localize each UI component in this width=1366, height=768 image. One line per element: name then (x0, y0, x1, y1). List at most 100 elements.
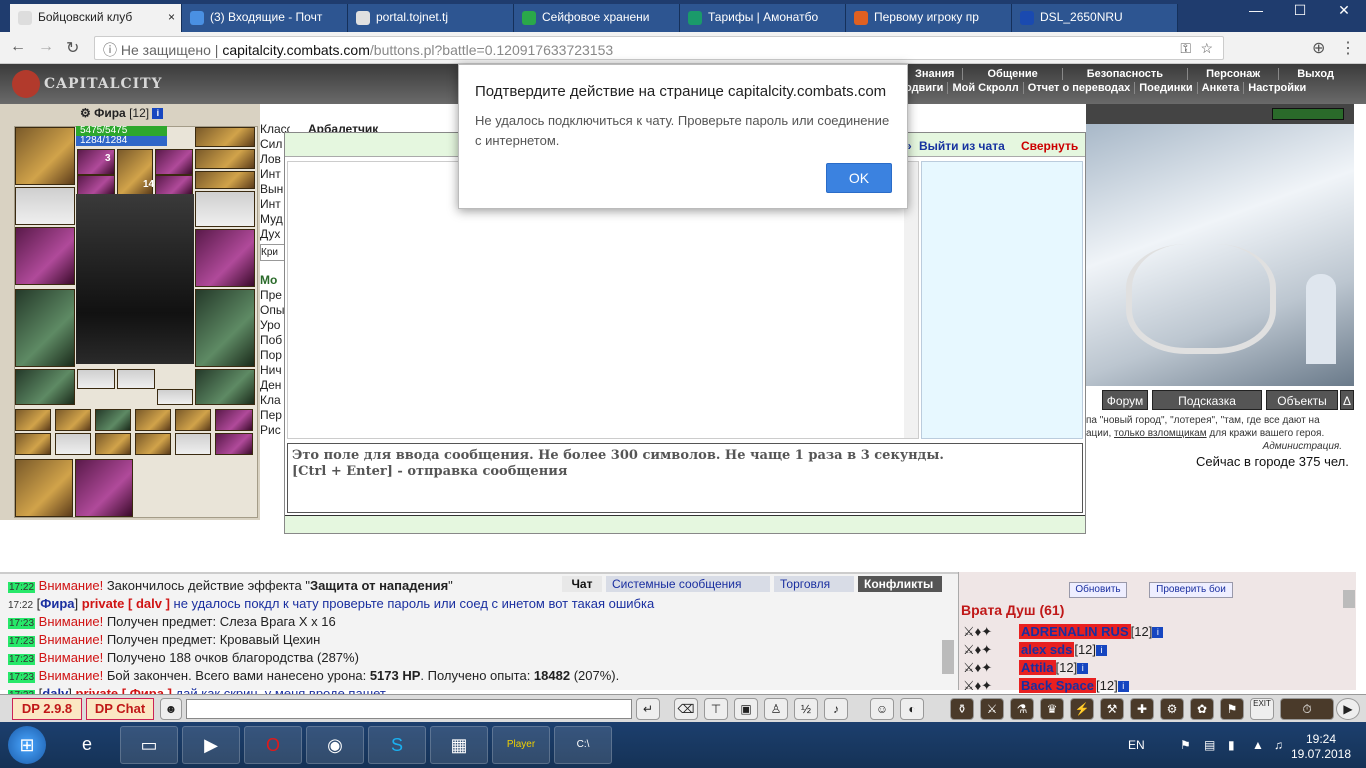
empty-slot[interactable] (77, 369, 115, 389)
timestamp[interactable]: 17:22 (8, 600, 33, 611)
tab-conflicts[interactable]: Конфликты (858, 576, 942, 592)
tab-combats[interactable]: Бойцовский клуб × (10, 4, 182, 32)
star-icon[interactable]: ☆ (1200, 40, 1213, 57)
timestamp[interactable]: 17:23 (8, 654, 36, 665)
exit-chat-link[interactable]: Выйти из чата (919, 139, 1005, 153)
nickname[interactable]: Фира (40, 596, 74, 611)
play-icon[interactable]: ▶ (1336, 698, 1360, 720)
tab-chat[interactable]: Чат (562, 576, 602, 592)
exit-icon[interactable]: EXIT (1250, 698, 1274, 720)
calculator-icon[interactable]: ▦ (430, 726, 488, 764)
user-name[interactable]: Back Space (1019, 678, 1096, 693)
room-user[interactable]: ⚔♦✦ alex sds [12] i (961, 642, 1108, 657)
game-logo[interactable]: CAPITALCITY (12, 70, 163, 98)
shield-slot[interactable] (195, 229, 255, 287)
boots-slot[interactable] (195, 369, 255, 405)
empty-slot[interactable] (55, 433, 91, 455)
log-lines[interactable]: 17:22 Внимание! Закончилось действие эфф… (8, 578, 940, 704)
refresh-button[interactable]: Обновить (1069, 582, 1127, 598)
timestamp[interactable]: 17:23 (8, 636, 36, 647)
tab-mail[interactable]: (3) Входящие - Почт (182, 4, 348, 32)
cmd-icon[interactable]: C:\ (554, 726, 612, 764)
flag-icon[interactable]: ⚑ (1220, 698, 1244, 720)
player-icon[interactable]: Player (492, 726, 550, 764)
helmet-slot[interactable] (15, 127, 75, 185)
plus-icon[interactable]: ✚ (1130, 698, 1154, 720)
bag-slot[interactable] (15, 459, 73, 517)
tool-icon[interactable]: ⚔ (980, 698, 1004, 720)
windows-start-icon[interactable]: ⊞ (8, 726, 46, 764)
room-scrollbar[interactable] (1343, 590, 1355, 608)
save-icon[interactable]: ▣ (734, 698, 758, 720)
tool-icon[interactable]: ⚱ (950, 698, 974, 720)
tab-first-player[interactable]: Первому игроку пр (846, 4, 1012, 32)
private-icon[interactable]: ½ (794, 698, 818, 720)
tool-icon[interactable]: ⚡ (1070, 698, 1094, 720)
log-scrollbar[interactable] (942, 640, 954, 674)
paw-icon[interactable]: ✿ (1190, 698, 1214, 720)
pocket-slot[interactable] (95, 409, 131, 431)
chat-input[interactable] (186, 699, 632, 719)
network-icon[interactable]: ▤ (1204, 738, 1215, 752)
chat-user-list[interactable] (921, 161, 1083, 439)
pocket-slot[interactable] (15, 433, 51, 455)
rune-slot[interactable] (77, 175, 115, 195)
extension-icon[interactable]: ⊕ (1312, 38, 1325, 58)
location-scene[interactable] (1086, 124, 1354, 386)
tab-safe[interactable]: Сейфовое хранени (514, 4, 680, 32)
sound-icon[interactable]: ♪ (824, 698, 848, 720)
language-indicator[interactable]: EN (1128, 738, 1145, 752)
folder-icon[interactable]: ▭ (120, 726, 178, 764)
chrome-icon[interactable]: ◉ (306, 726, 364, 764)
menu-communication[interactable]: Общение (962, 68, 1061, 80)
private-tag[interactable]: private [ dalv ] (82, 596, 170, 611)
menu-security[interactable]: Безопасность (1061, 68, 1187, 80)
user-name[interactable]: ADRENALIN RUS (1019, 624, 1131, 639)
empty-slot[interactable] (157, 389, 193, 405)
send-icon[interactable]: ↵ (636, 698, 660, 720)
pocket-slot[interactable] (95, 433, 131, 455)
clock[interactable]: 19:24 19.07.2018 (1290, 732, 1352, 762)
close-tab-icon[interactable]: × (168, 10, 175, 24)
amulet-slot[interactable] (195, 149, 255, 169)
earring-slot[interactable] (195, 127, 255, 147)
pocket-slot[interactable] (135, 433, 171, 455)
flag-tray-icon[interactable]: ⚑ (1180, 738, 1191, 752)
menu-profile[interactable]: Анкета (1196, 82, 1244, 94)
media-icon[interactable]: ▶ (182, 726, 240, 764)
tool-icon[interactable]: ♛ (1040, 698, 1064, 720)
portal[interactable] (1306, 274, 1336, 364)
pocket-slot[interactable] (135, 409, 171, 431)
signal-icon[interactable]: ▲ (1252, 738, 1264, 752)
volume-icon[interactable]: ♫ (1274, 738, 1283, 752)
info-icon[interactable]: i (1077, 663, 1089, 675)
info-icon[interactable]: i (152, 108, 164, 120)
menu-transfers[interactable]: Отчет о переводах (1022, 82, 1135, 94)
check-fights-button[interactable]: Проверить бои (1149, 582, 1233, 598)
armor-slot[interactable] (15, 289, 75, 367)
info-icon[interactable]: i (1117, 681, 1129, 693)
forward-icon[interactable]: → (38, 38, 54, 56)
collapse-link[interactable]: Свернуть (1021, 139, 1078, 153)
gloves-slot[interactable] (195, 191, 255, 227)
eraser-icon[interactable]: ⌫ (674, 698, 698, 720)
pocket-slot[interactable] (215, 409, 253, 431)
pocket-slot[interactable] (175, 409, 211, 431)
belt-slot[interactable] (15, 369, 75, 405)
objects-button[interactable]: Объекты (1266, 390, 1338, 410)
user-name[interactable]: Attila (1019, 660, 1056, 675)
tool-icon[interactable]: ⚗ (1010, 698, 1034, 720)
tab-system[interactable]: Системные сообщения (606, 576, 770, 592)
dp-version-button[interactable]: DP 2.9.8 (12, 698, 82, 720)
smile-icon[interactable]: ☺ (870, 698, 894, 720)
rune-slot[interactable] (155, 149, 193, 175)
room-user[interactable]: ⚔♦✦ Back Space [12] i (961, 678, 1129, 693)
timestamp[interactable]: 17:22 (8, 582, 36, 593)
tool-icon[interactable]: ⚙ (1160, 698, 1184, 720)
menu-settings[interactable]: Настройки (1243, 82, 1310, 94)
message-field[interactable]: Это поле для ввода сообщения. Не более 3… (287, 443, 1083, 513)
tab-router[interactable]: DSL_2650NRU (1012, 4, 1178, 32)
tool-icon[interactable]: ⚒ (1100, 698, 1124, 720)
ie-icon[interactable]: e (58, 726, 116, 764)
filter-icon[interactable]: ⊤ (704, 698, 728, 720)
